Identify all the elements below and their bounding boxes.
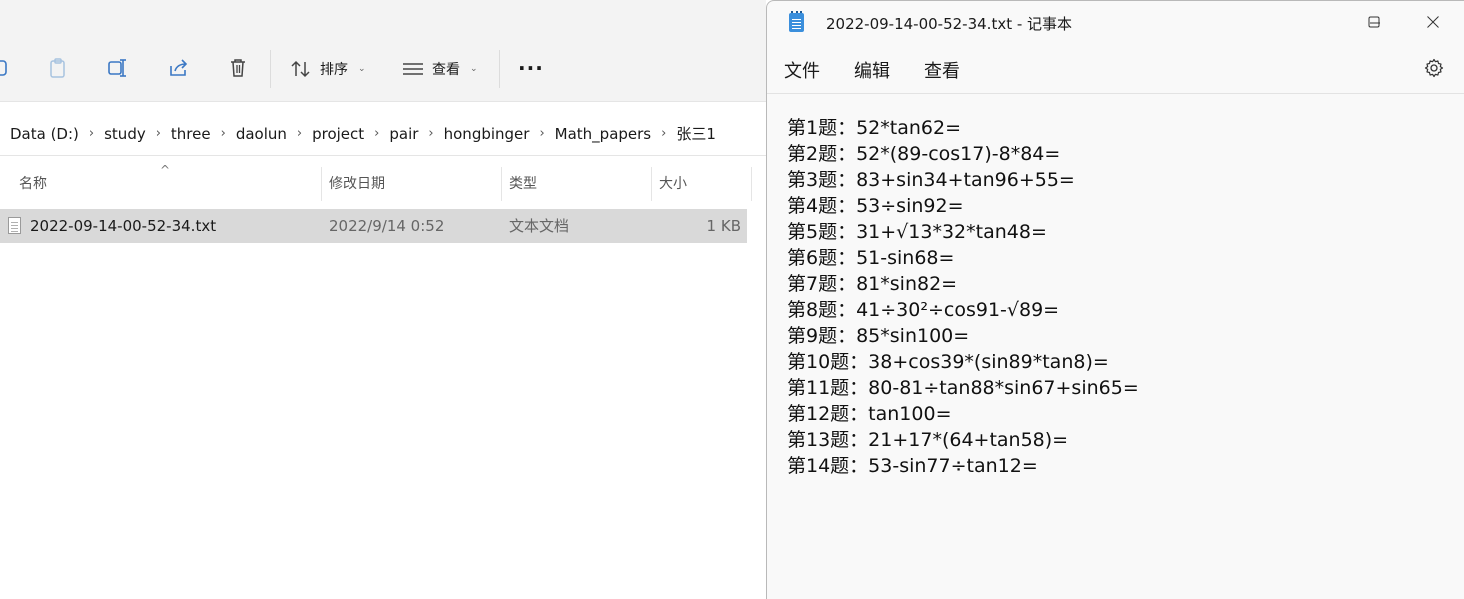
file-modified: 2022/9/14 0:52	[329, 217, 445, 235]
menu-file[interactable]: 文件	[784, 57, 820, 83]
delete-icon[interactable]	[224, 54, 252, 82]
notepad-window: 2022-09-14-00-52-34.txt - 记事本 文件 编辑 查看 第…	[766, 0, 1464, 599]
breadcrumb-item-study[interactable]: study	[104, 125, 146, 143]
breadcrumb-item-three[interactable]: three	[171, 125, 211, 143]
text-line: 第3题：83+sin34+tan96+55=	[787, 169, 1075, 191]
notepad-app-icon	[789, 11, 804, 32]
text-file-icon	[8, 217, 21, 234]
file-name: 2022-09-14-00-52-34.txt	[30, 217, 217, 235]
breadcrumb-item-current[interactable]: 张三1	[676, 123, 716, 144]
menu-bar: 文件 编辑 查看	[767, 51, 1464, 89]
command-bar: 排序 ⌄ 查看 ⌄ ···	[0, 0, 766, 102]
sort-icon	[291, 60, 310, 78]
text-line: 第10题：38+cos39*(sin89*tan8)=	[787, 351, 1109, 373]
chevron-right-icon: ›	[539, 126, 545, 141]
rename-icon[interactable]	[104, 54, 132, 82]
maximize-icon	[1368, 16, 1380, 28]
gear-icon	[1424, 58, 1444, 78]
maximize-button[interactable]	[1351, 6, 1397, 38]
column-header-modified[interactable]: 修改日期	[321, 167, 501, 201]
column-name-label: 名称	[19, 176, 47, 192]
close-icon	[1427, 16, 1439, 28]
column-header-type[interactable]: 类型	[501, 167, 651, 201]
text-editor-area[interactable]: 第1题：52*tan62= 第2题：52*(89-cos17)-8*84= 第3…	[767, 93, 1464, 599]
column-headers: 名称 ^ 修改日期 类型 大小	[0, 163, 766, 201]
toolbar-divider	[270, 50, 271, 88]
chevron-down-icon: ⌄	[470, 64, 478, 74]
paste-icon[interactable]	[44, 54, 72, 82]
cut-icon[interactable]	[0, 54, 14, 82]
chevron-right-icon: ›	[661, 126, 667, 141]
chevron-right-icon: ›	[88, 126, 95, 141]
text-line: 第5题：31+√13*32*tan48=	[787, 221, 1047, 243]
breadcrumb[interactable]: Data (D:) › study › three › daolun › pro…	[0, 112, 766, 156]
column-modified-label: 修改日期	[329, 176, 385, 192]
text-line: 第2题：52*(89-cos17)-8*84=	[787, 143, 1061, 165]
text-line: 第9题：85*sin100=	[787, 325, 970, 347]
chevron-down-icon: ⌄	[358, 64, 366, 74]
settings-button[interactable]	[1423, 57, 1445, 79]
text-line: 第12题：tan100=	[787, 403, 952, 425]
file-size: 1 KB	[706, 217, 741, 235]
toolbar-divider	[499, 50, 500, 88]
file-row[interactable]: 2022-09-14-00-52-34.txt 2022/9/14 0:52 文…	[0, 209, 747, 243]
window-title: 2022-09-14-00-52-34.txt - 记事本	[826, 15, 1073, 33]
text-line: 第13题：21+17*(64+tan58)=	[787, 429, 1069, 451]
more-options-button[interactable]: ···	[518, 58, 544, 78]
breadcrumb-item-project[interactable]: project	[312, 125, 364, 143]
column-divider[interactable]	[751, 167, 752, 201]
share-icon[interactable]	[164, 54, 192, 82]
chevron-right-icon: ›	[220, 126, 226, 141]
text-line: 第6题：51-sin68=	[787, 247, 955, 269]
breadcrumb-item-daolun[interactable]: daolun	[236, 125, 287, 143]
sort-label: 排序	[320, 62, 348, 78]
close-button[interactable]	[1410, 6, 1456, 38]
menu-edit[interactable]: 编辑	[854, 57, 890, 83]
file-explorer-window: 排序 ⌄ 查看 ⌄ ··· Data (D:) › study › three …	[0, 0, 766, 599]
menu-view[interactable]: 查看	[924, 57, 960, 83]
column-size-label: 大小	[659, 176, 687, 192]
text-line: 第14题：53-sin77÷tan12=	[787, 455, 1038, 477]
chevron-right-icon: ›	[428, 126, 434, 141]
sort-button[interactable]: 排序 ⌄	[290, 54, 366, 84]
text-line: 第4题：53÷sin92=	[787, 195, 964, 217]
view-label: 查看	[432, 62, 460, 78]
text-line: 第11题：80-81÷tan88*sin67+sin65=	[787, 377, 1139, 399]
text-line: 第8题：41÷30²÷cos91-√89=	[787, 299, 1060, 321]
text-line: 第7题：81*sin82=	[787, 273, 958, 295]
chevron-right-icon: ›	[296, 126, 303, 141]
sort-ascending-icon: ^	[160, 163, 171, 177]
text-line: 第1题：52*tan62=	[787, 117, 961, 139]
column-type-label: 类型	[509, 176, 537, 192]
chevron-right-icon: ›	[155, 126, 161, 141]
view-icon	[403, 63, 423, 75]
breadcrumb-item-hongbinger[interactable]: hongbinger	[444, 125, 530, 143]
breadcrumb-item-pair[interactable]: pair	[389, 125, 418, 143]
breadcrumb-item-drive[interactable]: Data (D:)	[10, 125, 79, 143]
chevron-right-icon: ›	[374, 126, 380, 141]
file-type: 文本文档	[509, 217, 570, 235]
column-header-size[interactable]: 大小	[651, 167, 751, 201]
breadcrumb-item-math-papers[interactable]: Math_papers	[555, 125, 651, 143]
view-button[interactable]: 查看 ⌄	[402, 54, 478, 84]
